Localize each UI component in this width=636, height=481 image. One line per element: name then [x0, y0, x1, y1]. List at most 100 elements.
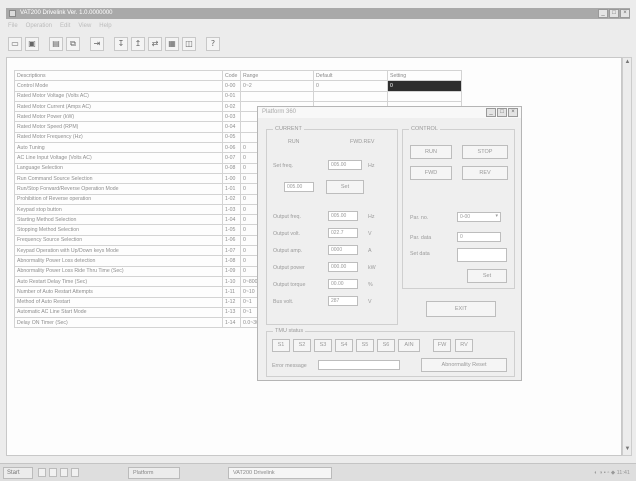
output-unit: kW: [368, 265, 376, 271]
menu-item-operation[interactable]: Operation: [26, 23, 52, 32]
menu-item-help[interactable]: Help: [99, 23, 111, 32]
fwd-rev-indicator: FWD.REV: [350, 139, 375, 145]
dialog-maximize-icon[interactable]: □: [497, 108, 507, 117]
par-no-value: 0-00: [460, 214, 471, 220]
column-header-descriptions[interactable]: Descriptions: [14, 69, 223, 82]
set-data-input[interactable]: [457, 248, 507, 262]
desktop-icon[interactable]: [38, 468, 46, 477]
table-cell: 0~2: [240, 80, 314, 92]
write-icon[interactable]: ↥: [131, 37, 145, 51]
scroll-down-icon[interactable]: ▼: [624, 446, 631, 454]
table-row[interactable]: Rated Motor Voltage (Volts AC) 0-01: [14, 90, 462, 102]
task-drivelink[interactable]: VAT200 Drivelink: [228, 467, 332, 479]
table-cell: Delay ON Timer (Sec): [14, 317, 223, 329]
save-icon[interactable]: ▣: [25, 37, 39, 51]
column-header-range[interactable]: Range: [240, 69, 314, 82]
maximize-icon[interactable]: □: [609, 9, 619, 18]
table-cell: Starting Method Selection: [14, 214, 223, 226]
print-icon[interactable]: ▤: [49, 37, 63, 51]
open-icon[interactable]: ▭: [8, 37, 22, 51]
title-bar[interactable]: VAT200 Drivelink Ver. 1.0.0000000: [6, 8, 630, 19]
media-icon[interactable]: [71, 468, 79, 477]
close-icon[interactable]: ×: [620, 9, 630, 18]
freq-input[interactable]: 005.00: [284, 182, 314, 192]
start-button[interactable]: Start: [3, 467, 33, 479]
system-tray: ◐ ◑ ▪ ▫ ◆ 11:41: [502, 467, 632, 479]
status-indicator-s6: S6: [377, 339, 395, 352]
monitor-icon[interactable]: ▦: [165, 37, 179, 51]
exit-button[interactable]: EXIT: [426, 301, 496, 317]
table-cell: Keypad stop button: [14, 203, 223, 216]
table-row[interactable]: Control Mode 0-00 0~2 0 0: [14, 80, 462, 92]
browser-icon[interactable]: [49, 468, 57, 477]
output-value: 005.00: [328, 211, 358, 221]
read-icon[interactable]: ↧: [114, 37, 128, 51]
table-cell: 1-09: [222, 265, 241, 277]
table-cell: Method of Auto Restart: [14, 296, 223, 308]
menu-bar: File Operation Edit View Help: [8, 23, 112, 32]
output-unit: Hz: [368, 214, 375, 220]
run-button[interactable]: RUN: [410, 145, 452, 159]
table-cell: Run Command Source Selection: [14, 172, 223, 185]
par-no-select[interactable]: 0-00 ▾: [457, 212, 501, 222]
keypad-dialog: Platform 360 _ □ × CURRENT RUN FWD.REV S…: [257, 106, 522, 381]
graph-icon[interactable]: ◫: [182, 37, 196, 51]
abnormality-reset-button[interactable]: Abnormality Reset: [421, 358, 507, 372]
vertical-scrollbar[interactable]: ▲ ▼: [622, 57, 632, 456]
par-no-label: Par. no.: [410, 215, 429, 221]
dialog-close-icon[interactable]: ×: [508, 108, 518, 117]
table-cell: Rated Motor Frequency (Hz): [14, 131, 223, 144]
set-freq-unit: Hz: [368, 163, 375, 169]
run-indicator: RUN: [288, 139, 300, 145]
output-unit: V: [368, 231, 372, 237]
table-cell: 1-06: [222, 234, 241, 247]
output-label: Output volt.: [273, 231, 301, 237]
chevron-down-icon: ▾: [495, 213, 498, 219]
table-cell: 1-12: [222, 296, 241, 308]
copy-icon[interactable]: ⧉: [66, 37, 80, 51]
table-cell[interactable]: [387, 90, 462, 102]
set-data-button[interactable]: Set: [467, 269, 507, 283]
column-header-code[interactable]: Code: [222, 69, 241, 82]
set-data-label: Set data: [410, 251, 430, 257]
dialog-title-bar[interactable]: Platform 360 _ □ ×: [258, 107, 521, 118]
table-cell: 1-13: [222, 306, 241, 319]
par-data-field: 0: [457, 232, 501, 242]
scroll-up-icon[interactable]: ▲: [624, 59, 631, 67]
set-freq-button[interactable]: Set: [326, 180, 364, 194]
table-cell: Rated Motor Current (Amps AC): [14, 100, 223, 113]
table-cell: Abnormality Power Loss detection: [14, 255, 223, 267]
stop-button[interactable]: STOP: [462, 145, 508, 159]
table-cell: 0-08: [222, 162, 241, 174]
menu-item-edit[interactable]: Edit: [60, 23, 70, 32]
fwd-button[interactable]: FWD: [410, 166, 452, 180]
menu-item-view[interactable]: View: [78, 23, 91, 32]
current-group-label: CURRENT: [273, 126, 304, 132]
status-indicator-rv: RV: [455, 339, 473, 352]
table-cell: Rated Motor Voltage (Volts AC): [14, 90, 223, 102]
table-cell: 0-02: [222, 100, 241, 113]
column-header-default[interactable]: Default: [313, 69, 388, 82]
output-value: 0000: [328, 245, 358, 255]
transfer-icon[interactable]: ⇥: [90, 37, 104, 51]
minimize-icon[interactable]: _: [598, 9, 608, 18]
status-indicator-s1: S1: [272, 339, 290, 352]
table-cell: 1-02: [222, 193, 241, 205]
menu-item-file[interactable]: File: [8, 23, 18, 32]
task-platform[interactable]: Platform: [128, 467, 180, 479]
main-window: VAT200 Drivelink Ver. 1.0.0000000 _ □ × …: [0, 0, 636, 481]
clock: 11:41: [616, 470, 630, 476]
table-cell: AC Line Input Voltage (Volts AC): [14, 152, 223, 164]
help-icon[interactable]: ?: [206, 37, 220, 51]
column-header-setting[interactable]: Setting: [387, 69, 462, 82]
table-cell: Number of Auto Restart Attempts: [14, 286, 223, 298]
control-group-label: CONTROL: [409, 126, 440, 132]
toolbar-separator: [42, 37, 46, 51]
output-unit: A: [368, 248, 372, 254]
set-freq-value: 005.00: [328, 160, 362, 170]
compare-icon[interactable]: ⇄: [148, 37, 162, 51]
rev-button[interactable]: REV: [462, 166, 508, 180]
dialog-minimize-icon[interactable]: _: [486, 108, 496, 117]
table-cell[interactable]: 0: [387, 80, 462, 92]
explorer-icon[interactable]: [60, 468, 68, 477]
